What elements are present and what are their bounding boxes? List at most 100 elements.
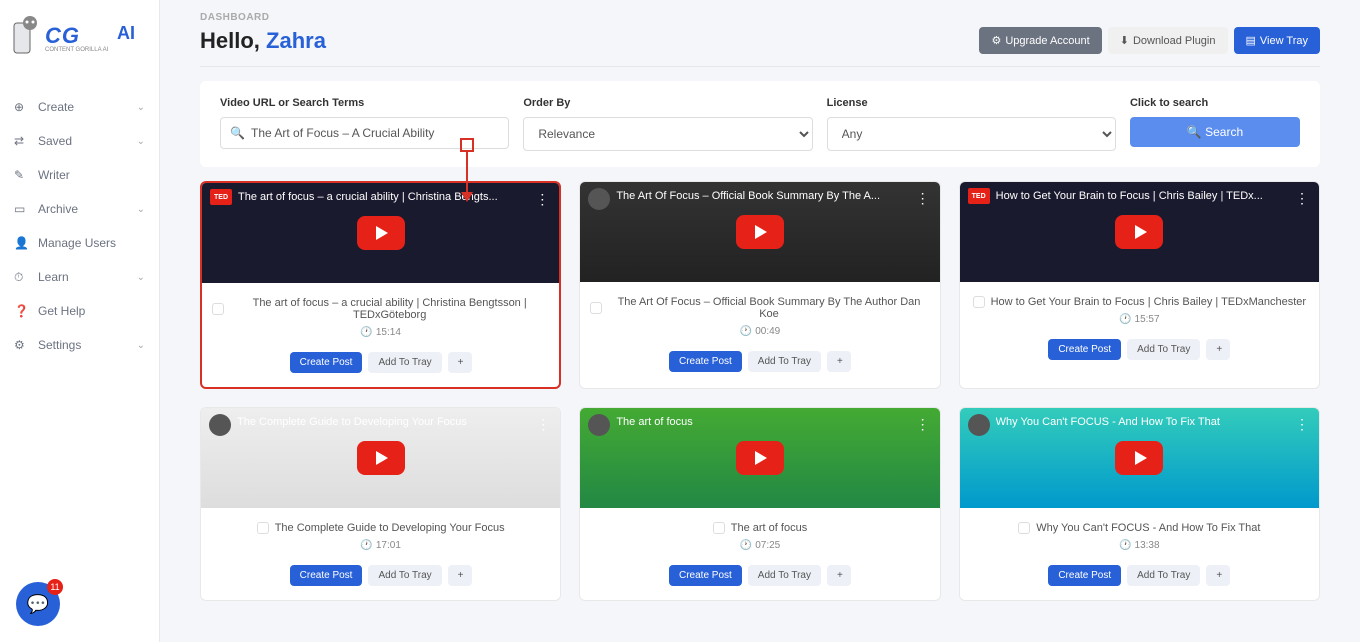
select-checkbox[interactable] xyxy=(1018,522,1030,534)
card-title-row: The Complete Guide to Developing Your Fo… xyxy=(211,522,550,534)
nav-icon: ▭ xyxy=(14,202,28,216)
add-to-tray-button[interactable]: Add To Tray xyxy=(368,352,441,373)
create-post-button[interactable]: Create Post xyxy=(1048,565,1121,586)
card-title-row: The art of focus xyxy=(590,522,929,534)
more-dots-icon[interactable]: ⋮ xyxy=(1295,190,1309,207)
play-icon[interactable] xyxy=(736,441,784,475)
create-post-button[interactable]: Create Post xyxy=(669,351,742,372)
nav-icon: ✎ xyxy=(14,168,28,182)
thumb-title: How to Get Your Brain to Focus | Chris B… xyxy=(996,190,1283,202)
plus-button[interactable]: + xyxy=(827,351,851,372)
card-actions: Create Post Add To Tray + xyxy=(590,351,929,372)
more-dots-icon[interactable]: ⋮ xyxy=(916,190,930,207)
clock-icon: 🕐 xyxy=(1119,540,1131,551)
sidebar-item-archive[interactable]: ▭Archive⌄ xyxy=(0,192,159,226)
license-label: License xyxy=(827,97,1116,109)
thumb-title: The Complete Guide to Developing Your Fo… xyxy=(237,416,524,428)
sidebar-item-manage-users[interactable]: 👤Manage Users xyxy=(0,226,159,260)
sidebar-item-get-help[interactable]: ❓Get Help xyxy=(0,294,159,328)
sidebar-item-writer[interactable]: ✎ Writer xyxy=(0,158,159,192)
channel-avatar xyxy=(588,188,610,210)
plus-button[interactable]: + xyxy=(448,352,472,373)
more-dots-icon[interactable]: ⋮ xyxy=(535,191,549,208)
select-checkbox[interactable] xyxy=(713,522,725,534)
search-icon: 🔍 xyxy=(230,126,245,140)
more-dots-icon[interactable]: ⋮ xyxy=(536,416,550,433)
chevron-down-icon: ⌄ xyxy=(137,272,145,283)
add-to-tray-button[interactable]: Add To Tray xyxy=(1127,339,1200,360)
download-plugin-button[interactable]: ⬇Download Plugin xyxy=(1108,27,1228,54)
video-title: The Art Of Focus – Official Book Summary… xyxy=(608,296,929,320)
channel-avatar xyxy=(209,414,231,436)
play-icon[interactable] xyxy=(357,216,405,250)
search-input[interactable] xyxy=(220,117,509,149)
sidebar-item-create[interactable]: ⊕Create⌄ xyxy=(0,90,159,124)
search-panel: Video URL or Search Terms 🔍 Order By Rel… xyxy=(200,81,1320,167)
card-title-row: The Art Of Focus – Official Book Summary… xyxy=(590,296,929,320)
plus-button[interactable]: + xyxy=(1206,339,1230,360)
nav-label: Writer xyxy=(38,168,70,182)
select-checkbox[interactable] xyxy=(590,302,602,314)
breadcrumb: DASHBOARD xyxy=(180,0,1340,27)
play-icon[interactable] xyxy=(1115,215,1163,249)
add-to-tray-button[interactable]: Add To Tray xyxy=(1127,565,1200,586)
duration-value: 15:57 xyxy=(1135,314,1160,325)
chat-bubble[interactable]: 11 xyxy=(16,582,60,626)
thumb-title: The art of focus xyxy=(616,416,903,428)
nav-label: Settings xyxy=(38,338,81,352)
create-post-button[interactable]: Create Post xyxy=(290,565,363,586)
card-title-row: How to Get Your Brain to Focus | Chris B… xyxy=(970,296,1309,308)
nav-label: Manage Users xyxy=(38,236,116,250)
nav-label: Saved xyxy=(38,134,72,148)
play-icon[interactable] xyxy=(1115,441,1163,475)
chevron-down-icon: ⌄ xyxy=(137,340,145,351)
select-checkbox[interactable] xyxy=(973,296,985,308)
view-tray-button[interactable]: ▤View Tray xyxy=(1234,27,1321,54)
video-thumbnail[interactable]: Why You Can't FOCUS - And How To Fix Tha… xyxy=(960,408,1319,508)
video-title: The art of focus xyxy=(731,522,807,534)
play-icon[interactable] xyxy=(736,215,784,249)
card-actions: Create PostAdd To Tray + xyxy=(212,352,549,373)
create-post-button[interactable]: Create Post xyxy=(669,565,742,586)
create-post-button[interactable]: Create Post xyxy=(290,352,363,373)
upgrade-label: Upgrade Account xyxy=(1005,35,1089,47)
play-icon[interactable] xyxy=(357,441,405,475)
video-thumbnail[interactable]: The Art Of Focus – Official Book Summary… xyxy=(580,182,939,282)
thumb-title: Why You Can't FOCUS - And How To Fix Tha… xyxy=(996,416,1283,428)
search-button[interactable]: 🔍 Search xyxy=(1130,117,1300,147)
add-to-tray-button[interactable]: Add To Tray xyxy=(748,351,821,372)
video-thumbnail[interactable]: The art of focus ⋮ xyxy=(580,408,939,508)
sidebar-item-learn[interactable]: ⏱Learn⌄ xyxy=(0,260,159,294)
sidebar-item-saved[interactable]: ⇄Saved⌄ xyxy=(0,124,159,158)
sidebar-item-settings[interactable]: ⚙Settings⌄ xyxy=(0,328,159,362)
video-title: Why You Can't FOCUS - And How To Fix Tha… xyxy=(1036,522,1260,534)
license-select[interactable]: Any xyxy=(827,117,1116,151)
video-card: The Art Of Focus – Official Book Summary… xyxy=(579,181,940,389)
select-checkbox[interactable] xyxy=(257,522,269,534)
header: Hello, Zahra ⚙Upgrade Account ⬇Download … xyxy=(180,27,1340,66)
video-title: The Complete Guide to Developing Your Fo… xyxy=(275,522,505,534)
hello-prefix: Hello, xyxy=(200,28,266,53)
create-post-button[interactable]: Create Post xyxy=(1048,339,1121,360)
more-dots-icon[interactable]: ⋮ xyxy=(1295,416,1309,433)
video-thumbnail[interactable]: TEDHow to Get Your Brain to Focus | Chri… xyxy=(960,182,1319,282)
logo-ai: AI xyxy=(117,23,135,44)
plus-button[interactable]: + xyxy=(448,565,472,586)
logo[interactable]: CG AI CONTENT GORILLA AI xyxy=(0,0,159,80)
plus-button[interactable]: + xyxy=(827,565,851,586)
channel-avatar xyxy=(968,414,990,436)
video-thumbnail[interactable]: TEDThe art of focus – a crucial ability … xyxy=(202,183,559,283)
gear-icon: ⚙ xyxy=(991,34,1001,47)
order-by-select[interactable]: Relevance xyxy=(523,117,812,151)
divider xyxy=(200,66,1320,67)
nav-label: Learn xyxy=(38,270,69,284)
select-checkbox[interactable] xyxy=(212,303,224,315)
card-body: The art of focus – a crucial ability | C… xyxy=(202,283,559,387)
add-to-tray-button[interactable]: Add To Tray xyxy=(368,565,441,586)
upgrade-account-button[interactable]: ⚙ Upgrade Account xyxy=(979,27,1101,54)
add-to-tray-button[interactable]: Add To Tray xyxy=(748,565,821,586)
license-field: License Any xyxy=(827,97,1116,151)
plus-button[interactable]: + xyxy=(1206,565,1230,586)
video-thumbnail[interactable]: The Complete Guide to Developing Your Fo… xyxy=(201,408,560,508)
more-dots-icon[interactable]: ⋮ xyxy=(916,416,930,433)
